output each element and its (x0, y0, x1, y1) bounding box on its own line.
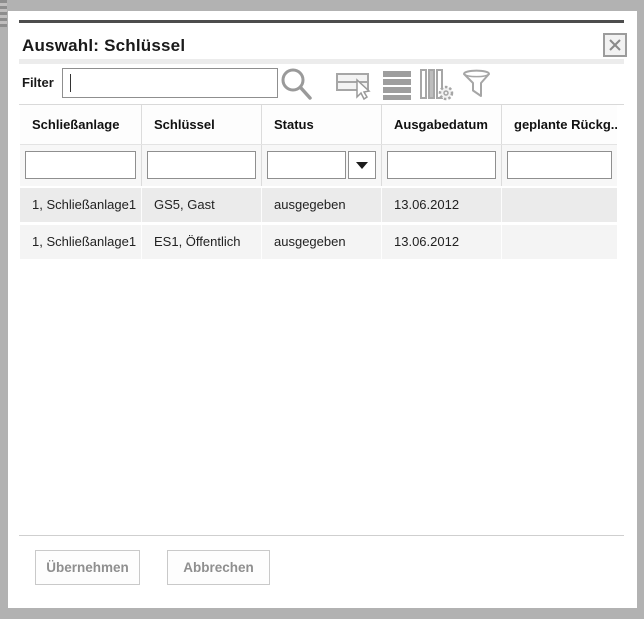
filter-input-schluessel[interactable] (147, 151, 256, 179)
filter-input-geplante-rueckgabe[interactable] (507, 151, 612, 179)
cell-schluessel: ES1, Öffentlich (141, 225, 261, 259)
filter-input-schliessanlage[interactable] (25, 151, 136, 179)
filter-input-status[interactable] (267, 151, 346, 179)
dialog-top-accent-bar (19, 20, 624, 23)
table-header-row: Schließanlage Schlüssel Status Ausgabeda… (20, 105, 617, 145)
title-divider (19, 59, 624, 64)
dialog-title: Auswahl: Schlüssel (22, 36, 186, 55)
column-header-status[interactable]: Status (261, 105, 381, 144)
global-filter-field (62, 68, 278, 98)
keys-table: Schließanlage Schlüssel Status Ausgabeda… (19, 104, 624, 259)
status-filter-dropdown-button[interactable] (348, 151, 376, 179)
text-caret (70, 74, 71, 92)
column-header-ausgabedatum[interactable]: Ausgabedatum (381, 105, 501, 144)
dialog-auswahl-schluessel: Auswahl: Schlüssel Filter Schließanlage … (8, 11, 637, 608)
filter-label: Filter (22, 75, 54, 90)
filter-funnel-icon[interactable] (460, 66, 494, 102)
cell-schliessanlage: 1, Schließanlage1 (32, 234, 137, 249)
filter-input-ausgabedatum[interactable] (387, 151, 496, 179)
background-page-fragment (0, 0, 7, 27)
table-row[interactable]: 1, Schließanlage1 ES1, Öffentlich ausgeg… (20, 225, 617, 259)
close-button[interactable] (603, 33, 627, 57)
columns-settings-icon[interactable] (418, 66, 456, 102)
apply-button[interactable]: Übernehmen (35, 550, 140, 585)
cell-geplante-rueckgabe (501, 225, 617, 259)
cell-schliessanlage: 1, Schließanlage1 (32, 197, 137, 212)
screen: Auswahl: Schlüssel Filter Schließanlage … (0, 0, 644, 619)
column-header-geplante-rueckgabe[interactable]: geplante Rückg... (501, 105, 617, 144)
cell-ausgabedatum: 13.06.2012 (381, 225, 501, 259)
cancel-button[interactable]: Abbrechen (167, 550, 270, 585)
cell-status: ausgegeben (261, 188, 381, 222)
search-icon[interactable] (280, 66, 314, 102)
table-row[interactable]: 1, Schließanlage1 GS5, Gast ausgegeben 1… (20, 188, 617, 222)
global-filter-input[interactable] (63, 69, 277, 97)
list-rows-icon[interactable] (381, 66, 415, 102)
cell-ausgabedatum: 13.06.2012 (381, 188, 501, 222)
column-header-schliessanlage[interactable]: Schließanlage (20, 105, 141, 144)
table-filter-row (20, 145, 617, 186)
cell-status: ausgegeben (261, 225, 381, 259)
caret-down-icon (356, 161, 368, 169)
cell-schluessel: GS5, Gast (141, 188, 261, 222)
footer-divider (19, 535, 624, 536)
close-icon (609, 39, 621, 51)
cell-geplante-rueckgabe (501, 188, 617, 222)
select-rows-icon[interactable] (336, 66, 374, 102)
column-header-schluessel[interactable]: Schlüssel (141, 105, 261, 144)
